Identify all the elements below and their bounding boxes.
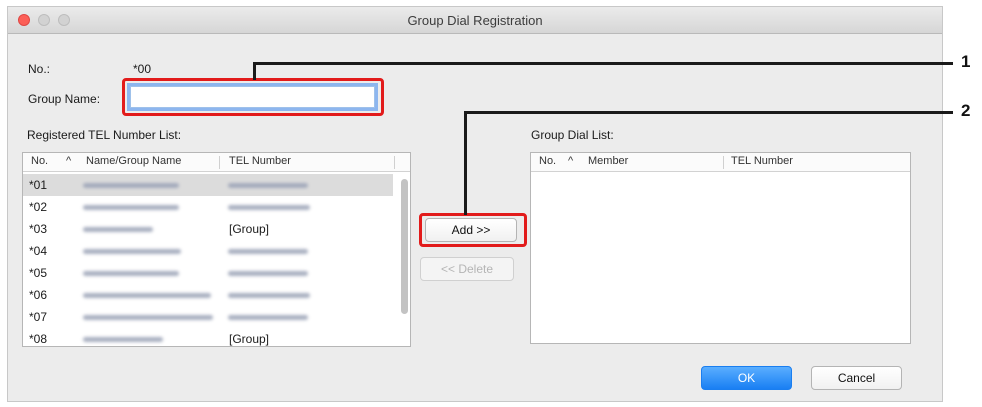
- callout-number-2: 2: [961, 101, 971, 120]
- group-dial-list-title: Group Dial List:: [531, 128, 614, 142]
- blurred-tel: [228, 271, 308, 276]
- callout-line-2-horizontal: [464, 111, 953, 114]
- blurred-name: [83, 249, 181, 254]
- row-no: *07: [29, 310, 48, 324]
- column-divider: [219, 156, 220, 169]
- table-row[interactable]: *01: [23, 174, 393, 196]
- column-divider: [723, 156, 724, 169]
- title-bar: Group Dial Registration: [8, 7, 942, 34]
- row-no: *08: [29, 332, 48, 346]
- table-row[interactable]: *02: [23, 196, 393, 218]
- blurred-name: [83, 271, 179, 276]
- row-no: *02: [29, 200, 48, 214]
- col-tel[interactable]: TEL Number: [731, 155, 793, 167]
- delete-button[interactable]: << Delete: [420, 257, 514, 281]
- row-no: *01: [29, 178, 48, 192]
- vertical-scrollbar[interactable]: [401, 179, 408, 314]
- sort-ascending-icon[interactable]: ^: [568, 155, 573, 167]
- blurred-tel: [228, 293, 310, 298]
- add-button-highlight: [419, 213, 527, 247]
- blurred-tel: [228, 315, 308, 320]
- row-no: *06: [29, 288, 48, 302]
- registered-tel-list[interactable]: No. ^ Name/Group Name TEL Number *01 *02…: [22, 152, 411, 347]
- callout-line-1-vertical: [253, 64, 256, 80]
- blurred-tel: [228, 249, 308, 254]
- table-row[interactable]: *07: [23, 306, 393, 328]
- row-tel: [Group]: [229, 222, 270, 236]
- callout-number-1: 1: [961, 52, 971, 71]
- blurred-name: [83, 337, 163, 342]
- row-no: *05: [29, 266, 48, 280]
- table-row[interactable]: *08 [Group]: [23, 328, 393, 346]
- group-dial-list-header: No. ^ Member TEL Number: [531, 153, 910, 172]
- col-member[interactable]: Member: [588, 155, 628, 167]
- group-name-highlight: [122, 78, 384, 116]
- table-row[interactable]: *04: [23, 240, 393, 262]
- col-no[interactable]: No.: [31, 155, 48, 167]
- ok-button[interactable]: OK: [701, 366, 792, 390]
- col-tel[interactable]: TEL Number: [229, 155, 291, 167]
- blurred-name: [83, 227, 153, 232]
- group-dial-list[interactable]: No. ^ Member TEL Number: [530, 152, 911, 344]
- blurred-name: [83, 205, 179, 210]
- row-no: *03: [29, 222, 48, 236]
- blurred-tel: [228, 183, 308, 188]
- col-no[interactable]: No.: [539, 155, 556, 167]
- blurred-tel: [228, 205, 310, 210]
- blurred-name: [83, 315, 213, 320]
- window-title: Group Dial Registration: [407, 13, 543, 28]
- registered-list-title: Registered TEL Number List:: [27, 128, 182, 142]
- no-label: No.:: [28, 62, 51, 76]
- blurred-name: [83, 293, 211, 298]
- blurred-name: [83, 183, 179, 188]
- group-name-label: Group Name:: [28, 92, 101, 106]
- table-row[interactable]: *05: [23, 262, 393, 284]
- table-row[interactable]: *06: [23, 284, 393, 306]
- table-row[interactable]: *03 [Group]: [23, 218, 393, 240]
- cancel-button[interactable]: Cancel: [811, 366, 902, 390]
- sort-ascending-icon[interactable]: ^: [66, 155, 71, 167]
- col-name[interactable]: Name/Group Name: [86, 155, 181, 167]
- registered-list-header: No. ^ Name/Group Name TEL Number: [23, 153, 410, 172]
- callout-line-1-horizontal: [253, 62, 953, 65]
- row-tel: [Group]: [229, 332, 270, 346]
- row-no: *04: [29, 244, 48, 258]
- no-value: *00: [133, 62, 152, 76]
- column-divider: [394, 156, 395, 169]
- callout-line-2-vertical: [464, 113, 467, 215]
